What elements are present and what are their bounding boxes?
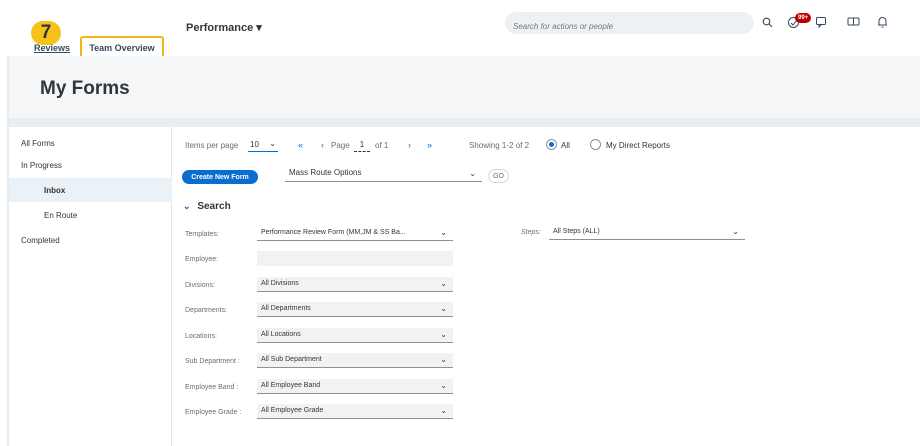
- sidebar-item-inbox[interactable]: Inbox: [44, 186, 65, 195]
- radio-direct-reports-label: My Direct Reports: [606, 141, 671, 150]
- sidebar-selected-highlight: [9, 178, 172, 202]
- chevron-down-icon: ⌄: [440, 228, 447, 237]
- radio-all-label: All: [561, 141, 570, 150]
- locations-select[interactable]: All Locations ⌄: [257, 328, 453, 343]
- page-number-input[interactable]: 1: [354, 138, 370, 152]
- chevron-down-icon: ⌄: [440, 279, 447, 288]
- sidebar: [9, 127, 172, 446]
- sub-department-label: Sub Department :: [185, 358, 240, 365]
- mass-route-value: Mass Route Options: [289, 168, 362, 177]
- items-per-page-label: Items per page: [185, 141, 239, 150]
- first-page-icon[interactable]: «: [298, 140, 303, 150]
- page-label: Page: [331, 141, 350, 150]
- next-page-icon[interactable]: ›: [408, 140, 411, 150]
- radio-all[interactable]: [546, 139, 557, 150]
- performance-menu[interactable]: Performance ▾: [186, 21, 262, 34]
- departments-select[interactable]: All Departments ⌄: [257, 302, 453, 317]
- divisions-select[interactable]: All Divisions ⌄: [257, 277, 453, 292]
- locations-value: All Locations: [261, 331, 301, 338]
- app-root: 7 Reviews Team Overview Performance ▾ 99…: [0, 0, 920, 446]
- sidebar-item-en-route[interactable]: En Route: [44, 211, 77, 220]
- locations-label: Locations:: [185, 333, 217, 340]
- title-band-divider: [9, 118, 920, 127]
- chevron-down-icon: ⌄: [440, 406, 447, 415]
- steps-select[interactable]: All Steps (ALL) ⌄: [549, 225, 745, 240]
- chevron-down-icon: ⌄: [269, 139, 276, 148]
- search-section-toggle[interactable]: ⌄ Search: [183, 201, 231, 212]
- notification-count-badge: 99+: [795, 13, 812, 23]
- items-per-page-value: 10: [250, 140, 259, 149]
- search-section-title: Search: [197, 201, 231, 212]
- chevron-down-icon: ⌄: [732, 227, 739, 236]
- employee-grade-select[interactable]: All Employee Grade ⌄: [257, 404, 453, 419]
- prev-page-icon[interactable]: ‹: [321, 140, 324, 150]
- chat-icon[interactable]: [814, 15, 828, 29]
- tab-reviews[interactable]: Reviews: [34, 43, 70, 53]
- employee-band-label: Employee Band :: [185, 384, 239, 391]
- employee-grade-label: Employee Grade :: [185, 409, 242, 416]
- last-page-icon[interactable]: »: [427, 140, 432, 150]
- employee-input[interactable]: [257, 251, 453, 266]
- templates-value: Performance Review Form (MM,JM & SS Ba..…: [261, 229, 406, 236]
- employee-band-select[interactable]: All Employee Band ⌄: [257, 379, 453, 394]
- showing-count: Showing 1-2 of 2: [469, 141, 530, 150]
- divisions-value: All Divisions: [261, 280, 299, 287]
- sidebar-item-in-progress[interactable]: In Progress: [21, 161, 62, 170]
- sidebar-item-completed[interactable]: Completed: [21, 236, 60, 245]
- page-of-label: of 1: [375, 141, 389, 150]
- sub-department-select[interactable]: All Sub Department ⌄: [257, 353, 453, 368]
- chevron-down-icon: ⌄: [440, 355, 447, 364]
- chevron-down-icon: ⌄: [440, 304, 447, 313]
- chevron-down-icon: ⌄: [440, 330, 447, 339]
- items-per-page-select[interactable]: 10 ⌄: [248, 138, 278, 152]
- divisions-label: Divisions:: [185, 282, 215, 289]
- chevron-down-icon: ⌄: [469, 169, 476, 178]
- radio-my-direct-reports[interactable]: [590, 139, 601, 150]
- apps-icon[interactable]: [846, 15, 860, 29]
- employee-label: Employee:: [185, 256, 219, 263]
- search-icon[interactable]: [760, 15, 774, 29]
- global-search-input[interactable]: [505, 12, 754, 34]
- templates-select[interactable]: Performance Review Form (MM,JM & SS Ba..…: [257, 226, 453, 241]
- sidebar-item-all-forms[interactable]: All Forms: [21, 139, 55, 148]
- chevron-down-icon: ⌄: [440, 381, 447, 390]
- departments-value: All Departments: [261, 305, 311, 312]
- steps-label: Steps:: [521, 229, 541, 236]
- employee-band-value: All Employee Band: [261, 382, 321, 389]
- employee-grade-value: All Employee Grade: [261, 407, 324, 414]
- steps-value: All Steps (ALL): [553, 228, 600, 235]
- departments-label: Departments:: [185, 307, 228, 314]
- templates-label: Templates:: [185, 231, 219, 238]
- create-new-form-button[interactable]: Create New Form: [182, 170, 258, 184]
- sub-department-value: All Sub Department: [261, 356, 322, 363]
- go-button[interactable]: GO: [488, 169, 509, 183]
- page-title: My Forms: [40, 78, 130, 99]
- mass-route-select[interactable]: Mass Route Options ⌄: [285, 167, 482, 182]
- chevron-down-icon: ⌄: [183, 201, 191, 211]
- title-band: [9, 56, 920, 118]
- step-number-badge: 7: [31, 21, 61, 45]
- bell-icon[interactable]: [875, 15, 889, 29]
